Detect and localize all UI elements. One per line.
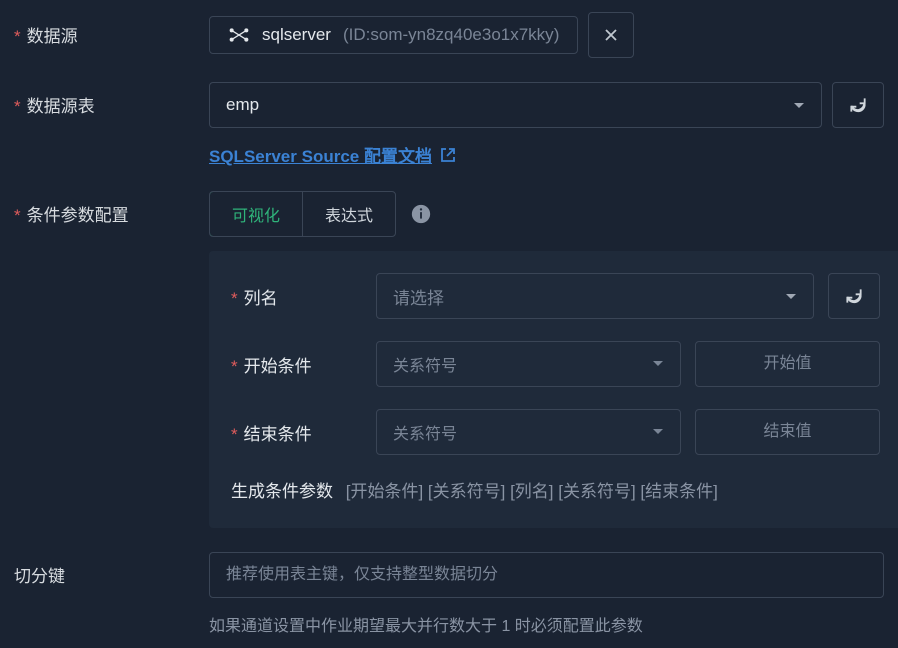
end-value-input[interactable] (695, 409, 880, 455)
refresh-table-button[interactable] (832, 82, 884, 128)
chevron-down-icon (652, 423, 664, 441)
table-value: emp (226, 95, 259, 115)
condition-label: *条件参数配置 (14, 191, 209, 226)
start-relation-select[interactable]: 关系符号 (376, 341, 681, 387)
refresh-icon (844, 286, 864, 306)
connector-icon (228, 27, 250, 43)
end-condition-label: *结束条件 (231, 420, 376, 445)
table-select[interactable]: emp (209, 82, 822, 128)
end-relation-select[interactable]: 关系符号 (376, 409, 681, 455)
generated-condition: 生成条件参数 [开始条件] [关系符号] [列名] [关系符号] [结束条件] (231, 477, 718, 502)
doc-link[interactable]: SQLServer Source 配置文档 (209, 142, 456, 167)
table-label: *数据源表 (14, 82, 209, 117)
start-value-input[interactable] (695, 341, 880, 387)
chevron-down-icon (652, 355, 664, 373)
info-icon[interactable] (410, 203, 432, 225)
external-link-icon (440, 147, 456, 163)
split-key-input[interactable] (209, 552, 884, 598)
close-icon (603, 27, 619, 43)
clear-datasource-button[interactable] (588, 12, 634, 58)
refresh-column-button[interactable] (828, 273, 880, 319)
datasource-label: *数据源 (14, 12, 209, 47)
chevron-down-icon (785, 286, 797, 306)
chevron-down-icon (793, 95, 805, 115)
column-select[interactable]: 请选择 (376, 273, 814, 319)
condition-panel: *列名 请选择 (209, 251, 898, 528)
tab-visual[interactable]: 可视化 (209, 191, 303, 237)
split-key-hint: 如果通道设置中作业期望最大并行数大于 1 时必须配置此参数 (209, 612, 884, 636)
start-condition-label: *开始条件 (231, 352, 376, 377)
column-label: *列名 (231, 284, 376, 309)
split-key-label: 切分键 (14, 552, 209, 587)
datasource-id: (ID:som-yn8zq40e3o1x7kky) (343, 25, 559, 45)
tab-group: 可视化 表达式 (209, 191, 396, 237)
datasource-tag: sqlserver (ID:som-yn8zq40e3o1x7kky) (209, 16, 578, 54)
tab-expression[interactable]: 表达式 (302, 192, 395, 236)
refresh-icon (848, 95, 868, 115)
datasource-name: sqlserver (262, 25, 331, 45)
